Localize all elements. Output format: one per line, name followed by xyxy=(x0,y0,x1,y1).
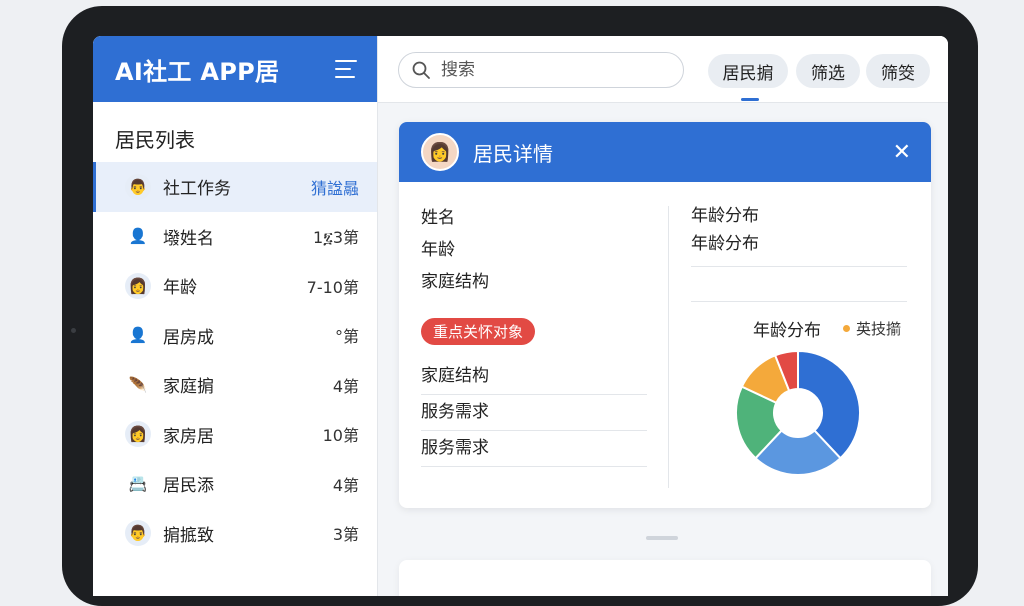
list-item-value: 4第 xyxy=(332,376,359,396)
divider xyxy=(691,301,907,302)
list-item[interactable]: 服务需求 xyxy=(421,431,647,467)
calendar-card-icon: 📇 xyxy=(128,474,148,493)
close-icon[interactable]: ✕ xyxy=(893,140,911,165)
detail-left-column: 姓名 年龄 家庭结构 重点关怀对象 家庭结构 服务需求 服务需求 xyxy=(421,202,647,467)
list-item[interactable]: 👩 年龄 7-10第 xyxy=(93,261,377,311)
list-item-value: 4第 xyxy=(332,475,359,495)
filter-button-2[interactable]: 筛筊 xyxy=(866,54,930,88)
list-item-value: 猜諡曧 xyxy=(310,178,359,198)
list-item-name: 居民添 xyxy=(163,476,214,497)
card-title: 居民详情 xyxy=(473,141,553,166)
top-bar: 居民掮 筛选 筛筊 xyxy=(378,36,948,103)
tab-residents[interactable]: 居民掮 xyxy=(708,54,788,88)
app-screen: AI社工 APP居 居民列表 👨 社工作务 猜諡曧 👤 墢姓名 1፯3第 👩 年龄 7-10第 👤… xyxy=(93,36,948,596)
search-input[interactable] xyxy=(439,59,663,81)
detail-list: 家庭结构 服务需求 服务需求 xyxy=(421,359,647,467)
list-item[interactable]: 🪶 家庭掮 4第 xyxy=(93,360,377,410)
list-item-value: 3第 xyxy=(332,525,359,545)
tablet-frame: AI社工 APP居 居民列表 👨 社工作务 猜諡曧 👤 墢姓名 1፯3第 👩 年龄 7-10第 👤… xyxy=(62,6,978,606)
list-item-value: 10第 xyxy=(322,426,359,446)
legend-label: 英技擶 xyxy=(856,320,902,338)
field-age: 年龄 xyxy=(421,240,455,260)
list-item[interactable]: 👤 墢姓名 1፯3第 xyxy=(93,212,377,262)
list-item-value: °第 xyxy=(334,327,359,347)
divider xyxy=(691,266,907,267)
age-donut-chart xyxy=(735,349,861,476)
list-item[interactable]: 👤 居房成 °第 xyxy=(93,311,377,361)
person-gray-icon: 👤 xyxy=(128,227,148,246)
resident-list: 👨 社工作务 猜諡曧 👤 墢姓名 1፯3第 👩 年龄 7-10第 👤 居房成 °第 🪶 家庭掮 4第 👩 家房居… xyxy=(93,162,377,558)
list-item-name: 社工作务 xyxy=(163,179,231,200)
tab-indicator xyxy=(741,98,759,101)
column-divider xyxy=(668,206,669,488)
field-name: 姓名 xyxy=(421,208,455,228)
sidebar-header: AI社工 APP居 xyxy=(93,36,377,102)
age-distribution-label: 年龄分布 xyxy=(691,234,759,254)
person-male-avatar-icon: 👨 xyxy=(125,520,151,547)
legend-dot xyxy=(843,325,850,332)
detail-right-column: 年龄分布 年龄分布 xyxy=(691,202,907,302)
chart-legend: 英技擶 xyxy=(843,318,901,339)
avatar: 👩 xyxy=(421,133,459,171)
person-male-avatar-icon: 👨 xyxy=(125,173,151,200)
list-item-value: 1፯3第 xyxy=(312,228,359,248)
list-item[interactable]: 👩 家房居 10第 xyxy=(93,410,377,460)
list-item-name: 掮掋致 xyxy=(163,525,214,546)
list-item-name: 家房居 xyxy=(163,426,214,447)
list-item[interactable]: 服务需求 xyxy=(421,395,647,431)
person-gray-icon: 👤 xyxy=(128,326,148,345)
app-title: AI社工 APP居 xyxy=(115,57,280,86)
person-female-avatar-icon: 👩 xyxy=(125,421,151,448)
list-title: 居民列表 xyxy=(115,128,195,152)
person-female-avatar-icon: 👩 xyxy=(125,272,151,299)
list-item-value: 7-10第 xyxy=(306,277,359,297)
search-box[interactable] xyxy=(398,52,684,88)
camera-dot xyxy=(71,328,76,333)
list-item[interactable]: 家庭结构 xyxy=(421,359,647,395)
feather-icon: 🪶 xyxy=(128,375,148,394)
card-header: 👩 居民详情 ✕ xyxy=(399,122,931,182)
list-item-name: 家庭掮 xyxy=(163,377,214,398)
sidebar: AI社工 APP居 居民列表 👨 社工作务 猜諡曧 👤 墢姓名 1፯3第 👩 年龄 7-10第 👤… xyxy=(93,36,378,596)
chart-title: 年龄分布 xyxy=(753,321,821,341)
drag-handle[interactable] xyxy=(646,536,678,540)
status-badge: 重点关怀对象 xyxy=(421,318,536,345)
list-item-name: 居房成 xyxy=(163,327,214,348)
filter-button[interactable]: 筛选 xyxy=(796,54,860,88)
search-icon xyxy=(412,61,430,79)
field-family: 家庭结构 xyxy=(421,272,489,292)
list-item-name: 墢姓名 xyxy=(163,228,214,249)
secondary-card xyxy=(399,560,931,596)
list-item-name: 年龄 xyxy=(163,278,197,299)
age-distribution-label: 年龄分布 xyxy=(691,206,759,226)
list-item[interactable]: 📇 居民添 4第 xyxy=(93,459,377,509)
list-item[interactable]: 👨 掮掋致 3第 xyxy=(93,509,377,559)
resident-detail-card: 👩 居民详情 ✕ 姓名 年龄 家庭结构 重点关怀对象 家庭结构 服务需求 服务需… xyxy=(399,122,931,508)
menu-icon[interactable] xyxy=(335,60,357,78)
list-item[interactable]: 👨 社工作务 猜諡曧 xyxy=(93,162,377,212)
